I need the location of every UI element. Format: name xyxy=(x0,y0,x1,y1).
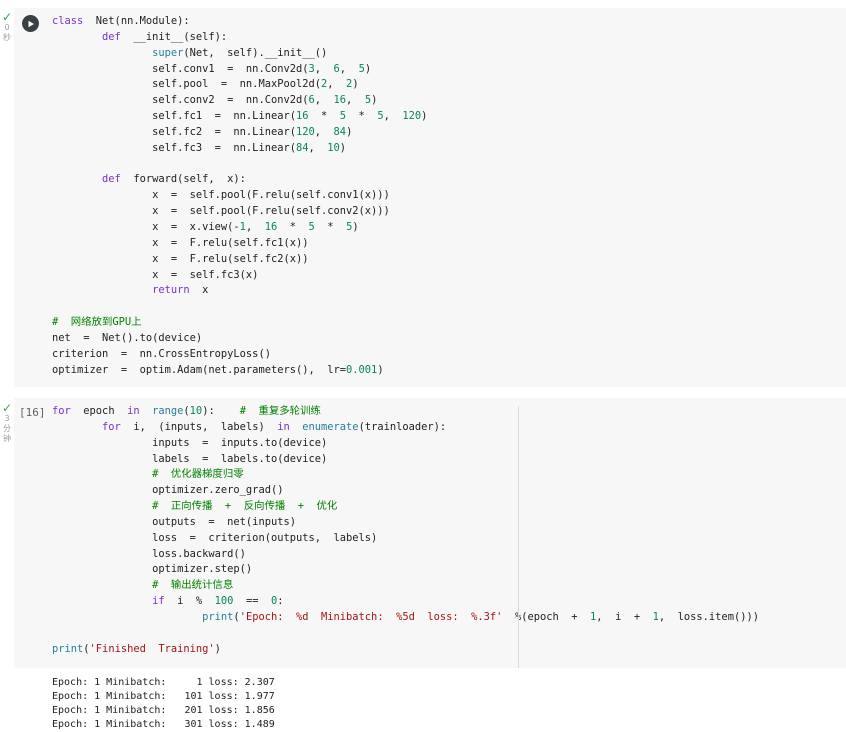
execution-count: [16] xyxy=(19,406,46,419)
code-line[interactable]: labels = labels.to(device) xyxy=(52,452,759,468)
code-line[interactable]: if i % 100 == 0: xyxy=(52,594,759,610)
code-line[interactable]: self.fc2 = nn.Linear(120, 84) xyxy=(52,125,427,141)
code-line[interactable]: print('Epoch: %d Minibatch: %5d loss: %.… xyxy=(52,610,759,626)
code-line[interactable]: # 优化器梯度归零 xyxy=(52,467,759,483)
cell-output: Epoch: 1 Minibatch: 1 loss: 2.307 Epoch: … xyxy=(52,676,275,732)
code-line[interactable]: self.conv1 = nn.Conv2d(3, 6, 5) xyxy=(52,62,427,78)
code-line[interactable]: optimizer.step() xyxy=(52,562,759,578)
code-line[interactable]: return x xyxy=(52,283,427,299)
code-line[interactable]: # 网络放到GPU上 xyxy=(52,315,427,331)
code-line[interactable]: x = x.view(-1, 16 * 5 * 5) xyxy=(52,220,427,236)
code-line[interactable]: criterion = nn.CrossEntropyLoss() xyxy=(52,347,427,363)
code-line[interactable]: self.pool = nn.MaxPool2d(2, 2) xyxy=(52,77,427,93)
code-line[interactable]: self.conv2 = nn.Conv2d(6, 16, 5) xyxy=(52,93,427,109)
code-line[interactable]: loss.backward() xyxy=(52,547,759,563)
code-line[interactable]: x = F.relu(self.fc2(x)) xyxy=(52,252,427,268)
code-line[interactable]: # 正向传播 + 反向传播 + 优化 xyxy=(52,499,759,515)
run-cell-button[interactable] xyxy=(22,15,39,32)
code-line[interactable]: def forward(self, x): xyxy=(52,172,427,188)
code-line[interactable]: x = F.relu(self.fc1(x)) xyxy=(52,236,427,252)
code-line[interactable]: class Net(nn.Module): xyxy=(52,14,427,30)
output-line: Epoch: 1 Minibatch: 201 loss: 1.856 xyxy=(52,705,275,716)
output-line: Epoch: 1 Minibatch: 101 loss: 1.977 xyxy=(52,691,275,702)
code-line[interactable]: x = self.pool(F.relu(self.conv2(x))) xyxy=(52,204,427,220)
code-line[interactable]: loss = criterion(outputs, labels) xyxy=(52,531,759,547)
code-editor-2[interactable]: for epoch in range(10): # 重复多轮训练 for i, … xyxy=(52,404,759,658)
code-line[interactable]: # 输出统计信息 xyxy=(52,578,759,594)
check-icon: ✓ xyxy=(1,401,13,415)
cell2-time-unit-2: 钟 xyxy=(3,434,11,443)
output-line: Epoch: 1 Minibatch: 1 loss: 2.307 xyxy=(52,677,275,688)
check-icon: ✓ xyxy=(1,10,13,24)
cell2-time-unit-1: 分 xyxy=(3,424,11,433)
code-line[interactable]: outputs = net(inputs) xyxy=(52,515,759,531)
code-line[interactable]: inputs = inputs.to(device) xyxy=(52,436,759,452)
code-editor-1[interactable]: class Net(nn.Module): def __init__(self)… xyxy=(52,14,427,378)
code-line[interactable]: net = Net().to(device) xyxy=(52,331,427,347)
code-line[interactable]: print('Finished Training') xyxy=(52,642,759,658)
cell1-gutter: ✓ 0 秒 xyxy=(0,10,14,43)
cell1-time-unit: 秒 xyxy=(3,33,11,42)
code-line[interactable] xyxy=(52,626,759,642)
code-line[interactable]: optimizer.zero_grad() xyxy=(52,483,759,499)
code-line[interactable]: self.fc1 = nn.Linear(16 * 5 * 5, 120) xyxy=(52,109,427,125)
code-line[interactable]: optimizer = optim.Adam(net.parameters(),… xyxy=(52,363,427,379)
code-line[interactable]: self.fc3 = nn.Linear(84, 10) xyxy=(52,141,427,157)
code-line[interactable]: def __init__(self): xyxy=(52,30,427,46)
code-line[interactable]: x = self.pool(F.relu(self.conv1(x))) xyxy=(52,188,427,204)
code-line[interactable]: for i, (inputs, labels) in enumerate(tra… xyxy=(52,420,759,436)
code-line[interactable]: for epoch in range(10): # 重复多轮训练 xyxy=(52,404,759,420)
code-line[interactable] xyxy=(52,299,427,315)
cell2-gutter: ✓ 3 分 钟 xyxy=(0,401,14,444)
code-line[interactable]: x = self.fc3(x) xyxy=(52,268,427,284)
output-line: Epoch: 1 Minibatch: 301 loss: 1.489 xyxy=(52,719,275,730)
ruler-line xyxy=(518,406,519,668)
code-line[interactable]: super(Net, self).__init__() xyxy=(52,46,427,62)
cell1-time-value: 0 xyxy=(4,23,10,32)
code-line[interactable] xyxy=(52,157,427,173)
play-icon xyxy=(28,20,34,27)
cell2-time-value: 3 xyxy=(4,414,10,423)
